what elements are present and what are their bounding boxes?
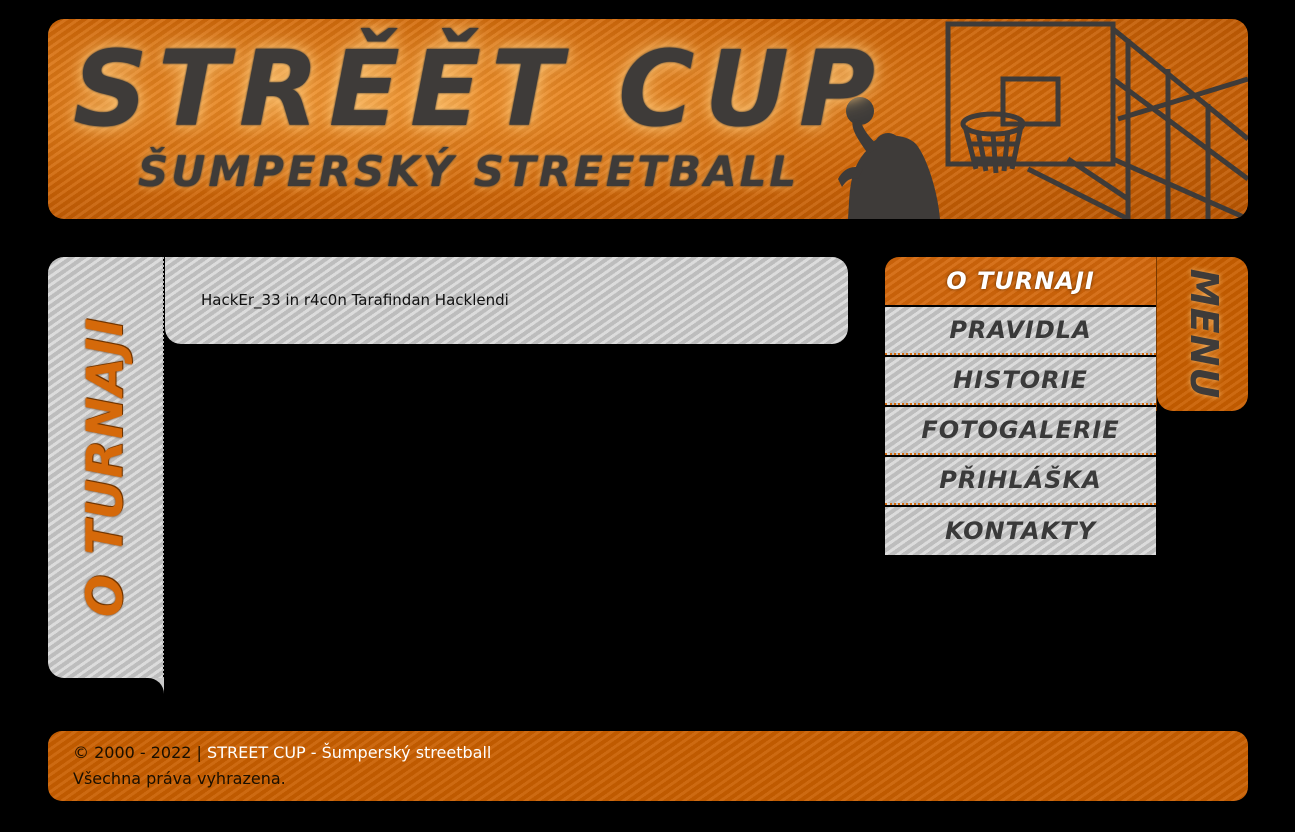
- content-panel: HackEr_33 in r4c0n Tarafindan Hacklendi: [165, 257, 848, 344]
- menu-tab: MENU: [1157, 257, 1248, 411]
- footer-copyright: © 2000 - 2022 |: [73, 743, 202, 762]
- left-section-tab: O TURNAJI: [48, 257, 163, 678]
- header-banner: STRĚĚT CUP ŠUMPERSKÝ STREETBALL: [48, 19, 1248, 219]
- menu-item-kontakty[interactable]: KONTAKTY: [885, 507, 1156, 555]
- logo-title: STRĚĚT CUP: [73, 28, 886, 150]
- main-menu: O TURNAJI PRAVIDLA HISTORIE FOTOGALERIE …: [885, 257, 1156, 555]
- menu-item-o-turnaji[interactable]: O TURNAJI: [885, 257, 1156, 305]
- left-section-label: O TURNAJI: [76, 317, 134, 617]
- logo-subtitle: ŠUMPERSKÝ STREETBALL: [138, 147, 800, 196]
- menu-item-prihlaska[interactable]: PŘIHLÁŠKA: [885, 457, 1156, 505]
- footer-site-link[interactable]: STREET CUP - Šumperský streetball: [207, 743, 491, 762]
- menu-tab-label: MENU: [1182, 268, 1226, 400]
- left-tab-tail: [140, 678, 164, 694]
- footer-copyright-line: © 2000 - 2022 | STREET CUP - Šumperský s…: [73, 743, 491, 762]
- menu-item-pravidla[interactable]: PRAVIDLA: [885, 307, 1156, 355]
- menu-item-historie[interactable]: HISTORIE: [885, 357, 1156, 405]
- left-divider: [162, 257, 164, 694]
- menu-item-fotogalerie[interactable]: FOTOGALERIE: [885, 407, 1156, 455]
- content-text: HackEr_33 in r4c0n Tarafindan Hacklendi: [201, 291, 509, 309]
- footer-rights: Všechna práva vyhrazena.: [73, 769, 286, 788]
- footer: © 2000 - 2022 | STREET CUP - Šumperský s…: [48, 731, 1248, 801]
- basketball-hoop-icon: [838, 21, 1248, 219]
